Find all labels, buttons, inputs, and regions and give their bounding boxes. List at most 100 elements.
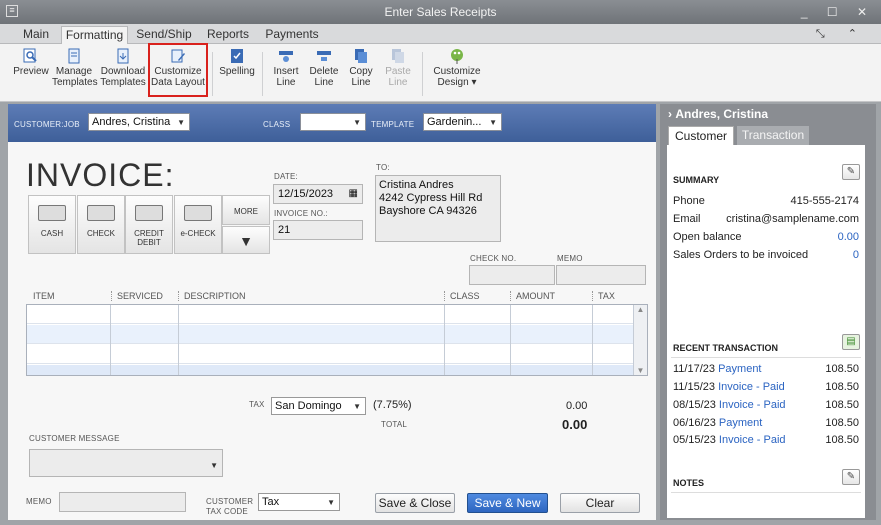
summary-sales-orders: Sales Orders to be invoiced 0 <box>673 249 859 261</box>
table-row[interactable] <box>27 325 633 344</box>
sidebar-tab-customer[interactable]: Customer <box>668 126 734 145</box>
highlight-box <box>148 43 208 97</box>
download-templates-button[interactable]: Download Templates <box>100 48 146 88</box>
chevron-down-icon: ▼ <box>327 498 335 507</box>
customer-job-dropdown[interactable]: Andres, Cristina ▼ <box>88 113 190 131</box>
ribbon-separator <box>212 52 213 96</box>
customer-job-label: CUSTOMER:JOB <box>14 120 80 129</box>
table-row[interactable] <box>27 365 633 375</box>
preview-button[interactable]: Preview <box>12 48 50 77</box>
divider <box>671 357 861 358</box>
list-item[interactable]: 06/16/23 Payment 108.50 <box>673 417 859 429</box>
cash-payment-button[interactable]: CASH <box>28 195 76 254</box>
template-label: TEMPLATE <box>371 120 415 129</box>
tab-reports[interactable]: Reports <box>200 26 256 44</box>
class-label: CLASS <box>263 120 291 129</box>
table-row[interactable] <box>27 345 633 364</box>
table-row[interactable] <box>27 305 633 324</box>
calendar-icon[interactable]: ▦ <box>349 185 358 203</box>
chevron-down-icon: ▼ <box>177 118 185 127</box>
divider <box>671 492 861 493</box>
chevron-down-icon: ▼ <box>353 118 361 127</box>
delete-line-icon <box>317 51 331 61</box>
check-icon <box>87 205 115 221</box>
report-icon[interactable]: ▤ <box>842 334 860 350</box>
notes-title: NOTES <box>673 478 705 488</box>
chevron-down-icon: ▼ <box>353 402 361 411</box>
list-item[interactable]: 05/15/23 Invoice - Paid 108.50 <box>673 434 859 446</box>
grid-scrollbar[interactable]: ▲ ▼ <box>633 305 647 375</box>
chevron-down-icon: ▼ <box>489 118 497 127</box>
check-no-label: CHECK NO. <box>470 254 517 263</box>
chevron-down-icon[interactable]: ▼ <box>222 226 270 254</box>
download-document-icon <box>117 48 129 64</box>
tab-formatting[interactable]: Formatting <box>61 26 128 45</box>
customer-message-label: CUSTOMER MESSAGE <box>29 434 120 443</box>
echeck-payment-button[interactable]: e-CHECK <box>174 195 222 254</box>
summary-open-balance: Open balance 0.00 <box>673 231 859 243</box>
more-payment-methods-button[interactable]: MORE <box>222 195 270 225</box>
edit-pencil-icon[interactable]: ✎ <box>842 164 860 180</box>
customize-design-button[interactable]: Customize Design ▾ <box>430 48 484 88</box>
list-item[interactable]: 08/15/23 Invoice - Paid 108.50 <box>673 399 859 411</box>
form-header-bar: CUSTOMER:JOB Andres, Cristina ▼ CLASS ▼ T… <box>8 104 656 142</box>
column-divider <box>178 305 179 375</box>
sidebar-header[interactable]: › Andres, Cristina <box>660 104 876 124</box>
list-item[interactable]: 11/15/23 Invoice - Paid 108.50 <box>673 381 859 393</box>
save-close-button[interactable]: Save & Close <box>375 493 455 513</box>
credit-debit-payment-button[interactable]: CREDIT DEBIT <box>125 195 173 254</box>
edit-pencil-icon[interactable]: ✎ <box>842 469 860 485</box>
copy-line-button[interactable]: Copy Line <box>344 48 378 88</box>
check-number-field[interactable] <box>469 265 555 285</box>
title-bar: ≡ Enter Sales Receipts _ ☐ ✕ <box>0 0 881 24</box>
insert-line-button[interactable]: Insert Line <box>268 48 304 88</box>
list-item[interactable]: 11/17/23 Payment 108.50 <box>673 363 859 375</box>
total-label: TOTAL <box>381 420 408 429</box>
column-divider <box>510 305 511 375</box>
manage-templates-button[interactable]: Manage Templates <box>52 48 98 88</box>
chevron-right-icon[interactable]: › <box>668 107 672 121</box>
memo-field[interactable] <box>59 492 186 512</box>
tax-rate: (7.75%) <box>373 399 412 411</box>
save-new-button[interactable]: Save & New <box>467 493 548 513</box>
summary-title: SUMMARY <box>673 175 720 185</box>
window-controls[interactable]: _ ☐ ✕ <box>801 0 875 24</box>
ribbon-collapse-controls[interactable]: ⤡ ⌃ <box>816 27 867 41</box>
clear-button[interactable]: Clear <box>560 493 640 513</box>
line-items-grid[interactable]: ▲ ▼ <box>26 304 648 376</box>
invoice-number-field[interactable]: 21 <box>273 220 363 240</box>
cash-icon <box>38 205 66 221</box>
sidebar-tab-transaction[interactable]: Transaction <box>737 126 809 145</box>
class-dropdown[interactable]: ▼ <box>300 113 366 131</box>
check-payment-button[interactable]: CHECK <box>77 195 125 254</box>
to-address-field[interactable]: Cristina Andres 4242 Cypress Hill Rd Bay… <box>375 175 501 242</box>
tab-payments[interactable]: Payments <box>262 26 322 44</box>
column-header-description[interactable]: DESCRIPTION <box>178 291 246 301</box>
tax-item-dropdown[interactable]: San Domingo ▼ <box>271 397 366 415</box>
scroll-up-icon[interactable]: ▲ <box>634 305 647 314</box>
insert-line-icon <box>279 51 293 62</box>
chevron-down-icon: ▼ <box>210 461 218 470</box>
magnifier-icon <box>23 48 37 63</box>
scroll-down-icon[interactable]: ▼ <box>634 366 647 375</box>
tab-main[interactable]: Main <box>12 26 60 44</box>
column-header-serviced[interactable]: SERVICED <box>111 291 163 301</box>
column-header-amount[interactable]: AMOUNT <box>510 291 555 301</box>
date-field[interactable]: 12/15/2023 ▦ <box>273 184 363 204</box>
spelling-button[interactable]: Spelling <box>218 48 256 77</box>
ribbon-toolbar: Preview Manage Templates Download Templa… <box>0 44 881 102</box>
delete-line-button[interactable]: Delete Line <box>306 48 342 88</box>
top-memo-field[interactable] <box>556 265 646 285</box>
column-header-class[interactable]: CLASS <box>444 291 480 301</box>
tab-send-ship[interactable]: Send/Ship <box>133 26 195 44</box>
column-divider <box>444 305 445 375</box>
customer-tax-code-dropdown[interactable]: Tax ▼ <box>258 493 340 511</box>
document-icon <box>68 48 80 64</box>
customer-message-dropdown[interactable]: ▼ <box>29 449 223 477</box>
paste-line-button[interactable]: Paste Line <box>381 48 415 88</box>
ribbon-separator <box>262 52 263 96</box>
column-header-tax[interactable]: TAX <box>592 291 615 301</box>
column-header-item[interactable]: ITEM <box>33 291 55 301</box>
template-dropdown[interactable]: Gardenin... ▼ <box>423 113 502 131</box>
window-menu-icon[interactable]: ≡ <box>6 5 18 17</box>
